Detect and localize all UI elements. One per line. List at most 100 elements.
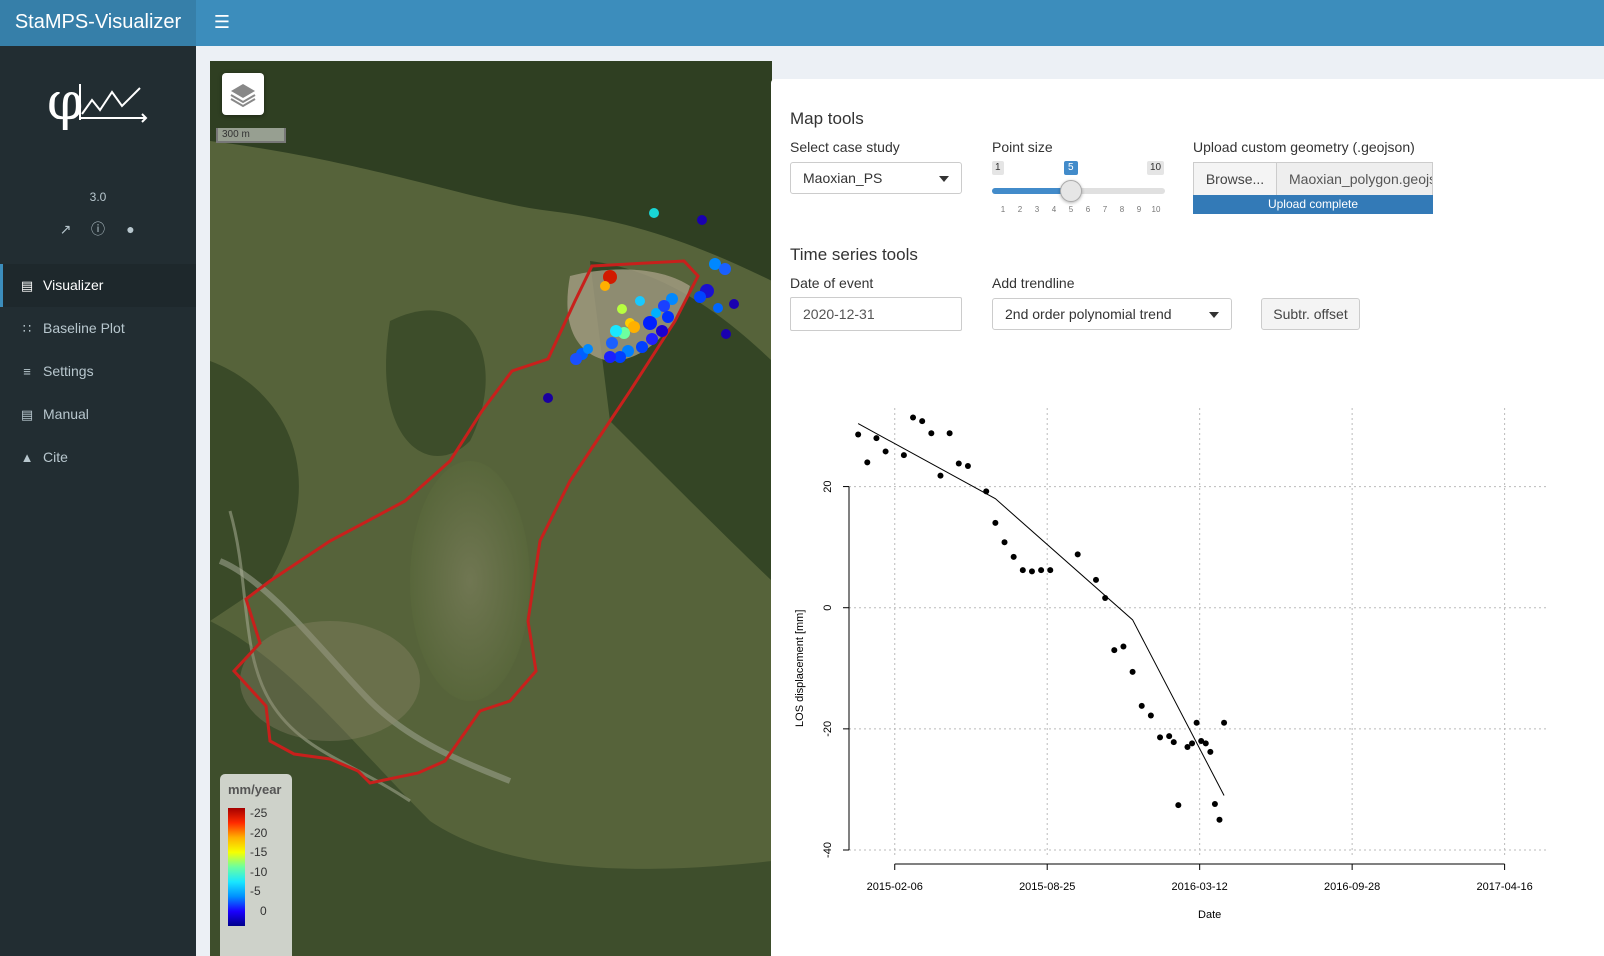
- external-link-icon[interactable]: ↗: [57, 220, 75, 238]
- x-tick-label: 2015-02-06: [867, 881, 923, 893]
- slider-max-label: 10: [1147, 161, 1165, 175]
- date-of-event-input[interactable]: 2020-12-31: [790, 297, 962, 331]
- data-point: [1120, 643, 1127, 650]
- sidebar: φ 3.0 ↗ ⓘ ● ▤ Visualizer ∷ Baseline Plot…: [0, 46, 196, 956]
- data-point: [1166, 733, 1173, 740]
- layers-control-button[interactable]: [222, 73, 264, 115]
- app-version: 3.0: [89, 190, 107, 204]
- legend-label: 0: [260, 904, 267, 918]
- map-view[interactable]: 300 m mm/year -25 -20 -15 -10 -5 0: [210, 61, 772, 956]
- trendline-select[interactable]: 2nd order polynomial trend: [992, 298, 1232, 330]
- legend-label: -25: [250, 806, 268, 820]
- sliders-icon: ≡: [23, 364, 31, 379]
- map-legend: mm/year -25 -20 -15 -10 -5 0: [220, 774, 292, 956]
- legend-colorbar: [228, 808, 245, 926]
- data-point: [1175, 802, 1182, 809]
- data-point: [1157, 734, 1164, 741]
- data-point: [1129, 668, 1136, 675]
- sidebar-item-manual[interactable]: ▤ Manual: [0, 393, 196, 436]
- browse-button[interactable]: Browse...: [1193, 162, 1277, 196]
- social-links: ↗ ⓘ ●: [0, 220, 196, 238]
- date-of-event-label: Date of event: [790, 275, 874, 291]
- data-point: [1047, 567, 1054, 574]
- data-point: [873, 435, 880, 442]
- sidebar-item-cite[interactable]: ▲ Cite: [0, 436, 196, 479]
- data-point: [992, 519, 999, 526]
- data-point: [900, 452, 907, 459]
- github-icon[interactable]: ●: [121, 220, 139, 238]
- sidebar-item-label: Baseline Plot: [43, 320, 125, 336]
- slider-tick: 9: [1136, 205, 1142, 214]
- legend-label: -20: [250, 826, 268, 840]
- data-point: [937, 472, 944, 479]
- x-tick-label: 2015-08-25: [1019, 881, 1075, 893]
- x-axis-label: Date: [1198, 909, 1221, 921]
- graduation-cap-icon: ▲: [20, 450, 34, 465]
- slider-tick: 4: [1051, 205, 1057, 214]
- data-point: [1170, 739, 1177, 746]
- data-point: [1189, 740, 1196, 747]
- data-point: [919, 418, 926, 425]
- legend-label: -5: [250, 884, 261, 898]
- data-point: [1010, 553, 1017, 560]
- slider-tick: 8: [1119, 205, 1125, 214]
- main-content: 300 m mm/year -25 -20 -15 -10 -5 0 Map t…: [210, 61, 1604, 956]
- app-logo: φ: [0, 62, 196, 142]
- info-circle-icon[interactable]: ⓘ: [89, 220, 107, 238]
- data-point: [1202, 740, 1209, 747]
- top-header: StaMPS-Visualizer ☰: [0, 0, 1604, 46]
- data-point: [955, 460, 962, 467]
- y-tick-label: -20: [822, 721, 834, 737]
- data-point: [1138, 702, 1145, 709]
- sidebar-toggle-icon[interactable]: ☰: [202, 0, 242, 46]
- data-point: [946, 430, 953, 437]
- x-tick-label: 2017-04-16: [1476, 881, 1532, 893]
- sidebar-item-baseline-plot[interactable]: ∷ Baseline Plot: [0, 307, 196, 350]
- data-point: [1207, 748, 1214, 755]
- data-point: [1019, 567, 1026, 574]
- slider-ticks: 1 2 3 4 5 6 7 8 9 10: [992, 201, 1168, 215]
- time-series-tools-title: Time series tools: [790, 245, 918, 264]
- data-point: [1092, 576, 1099, 583]
- sidebar-item-label: Visualizer: [43, 277, 104, 293]
- point-size-slider[interactable]: 1 5 10 1 2 3 4 5 6 7 8 9 10: [992, 161, 1168, 219]
- data-point: [983, 488, 990, 495]
- data-point: [928, 430, 935, 437]
- data-point: [864, 459, 871, 466]
- data-point: [964, 462, 971, 469]
- data-point: [1111, 647, 1118, 654]
- subtract-offset-button[interactable]: Subtr. offset: [1261, 298, 1360, 330]
- slider-tick: 2: [1017, 205, 1023, 214]
- data-point: [1193, 719, 1200, 726]
- satellite-imagery: [210, 61, 772, 956]
- x-tick-label: 2016-03-12: [1172, 881, 1228, 893]
- layers-icon: [230, 84, 256, 108]
- sidebar-item-label: Manual: [43, 406, 89, 422]
- slider-tick: 1: [1000, 205, 1006, 214]
- book-icon: ▤: [20, 407, 34, 422]
- case-study-label: Select case study: [790, 139, 900, 155]
- y-tick-label: 0: [822, 605, 834, 611]
- data-point: [855, 431, 862, 438]
- trendline-value: 2nd order polynomial trend: [1005, 306, 1172, 322]
- slider-tick: 3: [1034, 205, 1040, 214]
- y-axis-label: LOS displacement [mm]: [794, 610, 806, 727]
- sidebar-item-settings[interactable]: ≡ Settings: [0, 350, 196, 393]
- svg-text:φ: φ: [47, 72, 83, 132]
- chevron-down-icon: [1209, 312, 1219, 318]
- legend-label: -15: [250, 845, 268, 859]
- map-scale-bar: 300 m: [216, 128, 286, 143]
- point-size-label: Point size: [992, 139, 1053, 155]
- map-icon: ▤: [20, 278, 34, 293]
- y-tick-label: -40: [822, 842, 834, 858]
- map-tools-title: Map tools: [790, 109, 864, 128]
- data-point: [1216, 816, 1223, 823]
- slider-handle[interactable]: [1060, 180, 1082, 202]
- trendline-label: Add trendline: [992, 275, 1075, 291]
- app-title[interactable]: StaMPS-Visualizer: [0, 0, 196, 46]
- case-study-value: Maoxian_PS: [803, 170, 883, 186]
- sidebar-item-visualizer[interactable]: ▤ Visualizer: [0, 264, 196, 307]
- slider-value-label: 5: [1064, 161, 1078, 175]
- data-point: [882, 448, 889, 455]
- case-study-select[interactable]: Maoxian_PS: [790, 162, 962, 194]
